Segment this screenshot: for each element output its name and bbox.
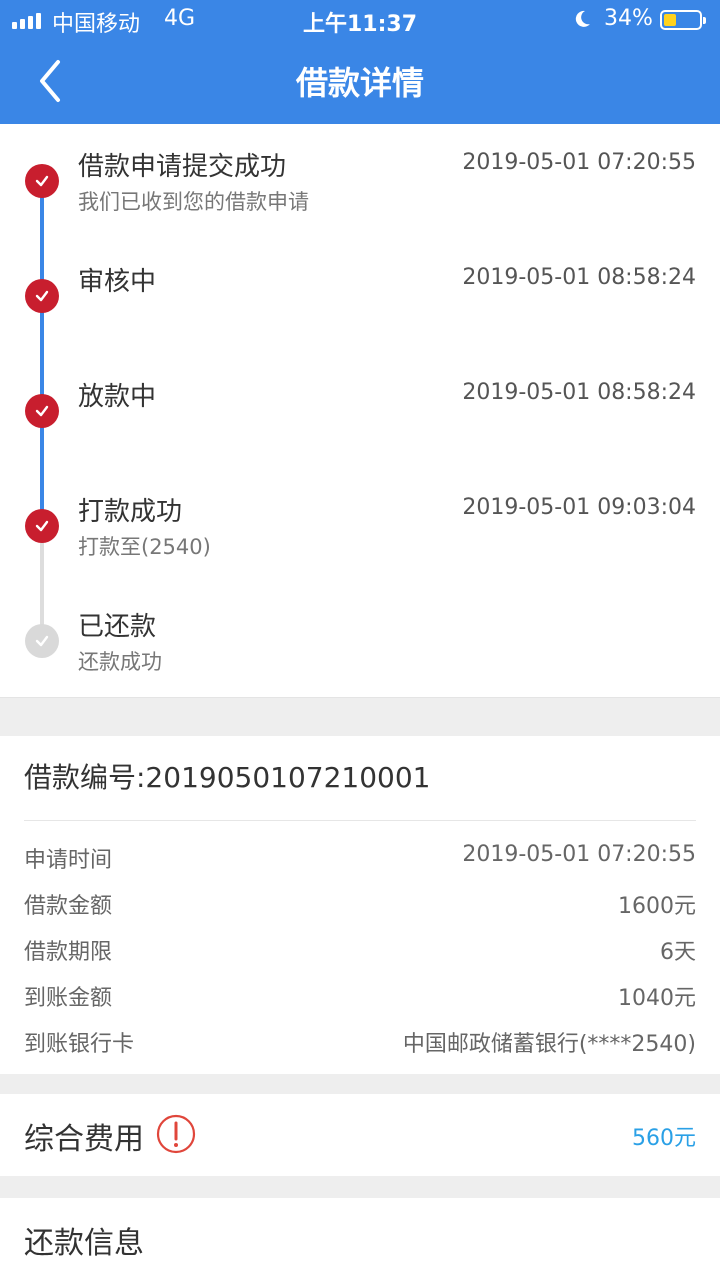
step-done-check-icon — [25, 394, 59, 428]
fee-value: 560元 — [632, 1126, 696, 1151]
step-title: 打款成功 — [78, 497, 183, 527]
step-done-check-icon — [25, 164, 59, 198]
info-value: 中国邮政储蓄银行(****2540) — [402, 1032, 696, 1057]
info-label: 申请时间 — [24, 848, 113, 873]
repayment-info-card[interactable]: 还款信息 — [0, 1198, 720, 1280]
step-time: 2019-05-01 09:03:04 — [462, 495, 696, 520]
info-row: 到账金额 1040元 — [24, 980, 696, 1011]
step-done-check-icon — [25, 509, 59, 543]
info-label: 借款金额 — [24, 894, 113, 919]
status-bar: 中国移动 4G 上午11:37 34% — [0, 0, 720, 40]
battery-icon — [660, 10, 706, 30]
info-value: 1040元 — [618, 986, 696, 1011]
info-row: 申请时间 2019-05-01 07:20:55 — [24, 842, 696, 873]
moon-icon — [572, 9, 592, 29]
battery-percent: 34% — [604, 6, 653, 31]
info-label: 借款期限 — [24, 940, 113, 965]
timeline-line-done — [40, 184, 44, 524]
fee-card: 综合费用 560元 — [0, 1094, 720, 1176]
loan-info-card: 借款编号:2019050107210001 申请时间 2019-05-01 07… — [0, 736, 720, 1074]
info-label: 到账银行卡 — [24, 1032, 135, 1057]
step-time: 2019-05-01 07:20:55 — [462, 150, 696, 175]
info-row: 借款金额 1600元 — [24, 888, 696, 919]
step-title: 审核中 — [78, 267, 157, 297]
app-header: 中国移动 4G 上午11:37 34% 借款详情 — [0, 0, 720, 124]
info-row: 到账银行卡 中国邮政储蓄银行(****2540) — [24, 1026, 696, 1057]
step-title: 已还款 — [78, 612, 157, 642]
step-subtitle: 打款至(2540) — [78, 535, 211, 559]
page-title: 借款详情 — [295, 64, 424, 102]
step-subtitle: 我们已收到您的借款申请 — [78, 190, 309, 214]
step-time: 2019-05-01 08:58:24 — [462, 380, 696, 405]
step-done-check-icon — [25, 279, 59, 313]
step-time: 2019-05-01 08:58:24 — [462, 265, 696, 290]
info-value: 1600元 — [618, 894, 696, 919]
step-subtitle: 还款成功 — [78, 650, 162, 674]
step-title: 借款申请提交成功 — [78, 152, 287, 182]
exclamation-circle-icon[interactable] — [156, 1114, 196, 1154]
info-label: 到账金额 — [24, 986, 113, 1011]
loan-progress-timeline: 借款申请提交成功 2019-05-01 07:20:55 我们已收到您的借款申请… — [0, 124, 720, 698]
step-title: 放款中 — [78, 382, 157, 412]
fee-label: 综合费用 — [24, 1122, 144, 1157]
step-pending-check-icon — [25, 624, 59, 658]
info-value: 6天 — [660, 940, 696, 965]
repayment-info-title: 还款信息 — [24, 1226, 144, 1261]
info-value: 2019-05-01 07:20:55 — [462, 842, 696, 867]
loan-number: 借款编号:2019050107210001 — [24, 761, 431, 794]
divider — [24, 820, 696, 821]
info-row: 借款期限 6天 — [24, 934, 696, 965]
